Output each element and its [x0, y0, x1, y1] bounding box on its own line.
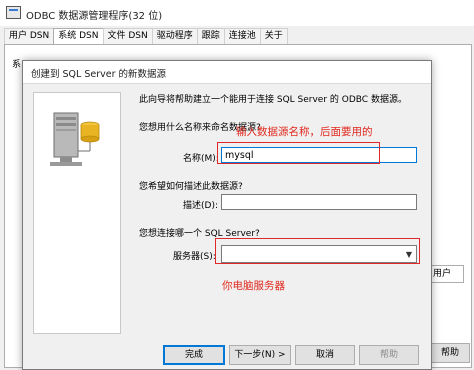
window-titlebar: ODBC 数据源管理程序(32 位)	[0, 0, 474, 26]
next-button[interactable]: 下一步(N) >	[229, 345, 291, 365]
help-button[interactable]: 帮助	[359, 345, 419, 365]
intro-text: 此向导将帮助建立一个能用于连接 SQL Server 的 ODBC 数据源。	[139, 95, 407, 105]
description-input[interactable]	[221, 194, 417, 210]
tab-about[interactable]: 关于	[259, 28, 288, 44]
dialog-titlebar: 创建到 SQL Server 的新数据源	[23, 61, 431, 84]
background-help-button[interactable]: 帮助	[430, 343, 470, 363]
finish-button[interactable]: 完成	[163, 345, 225, 365]
description-question: 您希望如何描述此数据源?	[139, 182, 243, 192]
dialog-title: 创建到 SQL Server 的新数据源	[31, 69, 167, 80]
cancel-button[interactable]: 取消	[295, 345, 355, 365]
tab-tracing[interactable]: 跟踪	[196, 28, 225, 44]
name-annotation-text: 输入数据源名称，后面要用的	[236, 126, 373, 138]
background-label: 系	[12, 60, 22, 70]
name-label: 名称(M):	[183, 154, 219, 164]
tab-user-dsn[interactable]: 用户 DSN	[4, 28, 55, 44]
description-label: 描述(D):	[183, 201, 218, 211]
app-icon	[6, 6, 21, 19]
name-highlight-box	[217, 142, 380, 164]
server-label: 服务器(S):	[173, 252, 216, 262]
server-highlight-box	[215, 238, 420, 264]
tab-file-dsn[interactable]: 文件 DSN	[102, 28, 153, 44]
tab-strip: 用户 DSN 系统 DSN 文件 DSN 驱动程序 跟踪 连接池 关于	[4, 28, 288, 45]
new-datasource-dialog: 创建到 SQL Server 的新数据源 此向导将帮助建立一个能用于连接 SQL…	[22, 60, 432, 370]
tab-drivers[interactable]: 驱动程序	[151, 28, 198, 44]
server-annotation-text: 你电脑服务器	[222, 280, 285, 292]
server-database-icon	[50, 112, 100, 166]
tab-system-dsn[interactable]: 系统 DSN	[53, 28, 104, 45]
window-title: ODBC 数据源管理程序(32 位)	[26, 11, 163, 22]
background-user-button[interactable]: 用户	[429, 265, 464, 283]
tab-connection-pooling[interactable]: 连接池	[223, 28, 261, 44]
wizard-side-panel	[33, 92, 121, 334]
